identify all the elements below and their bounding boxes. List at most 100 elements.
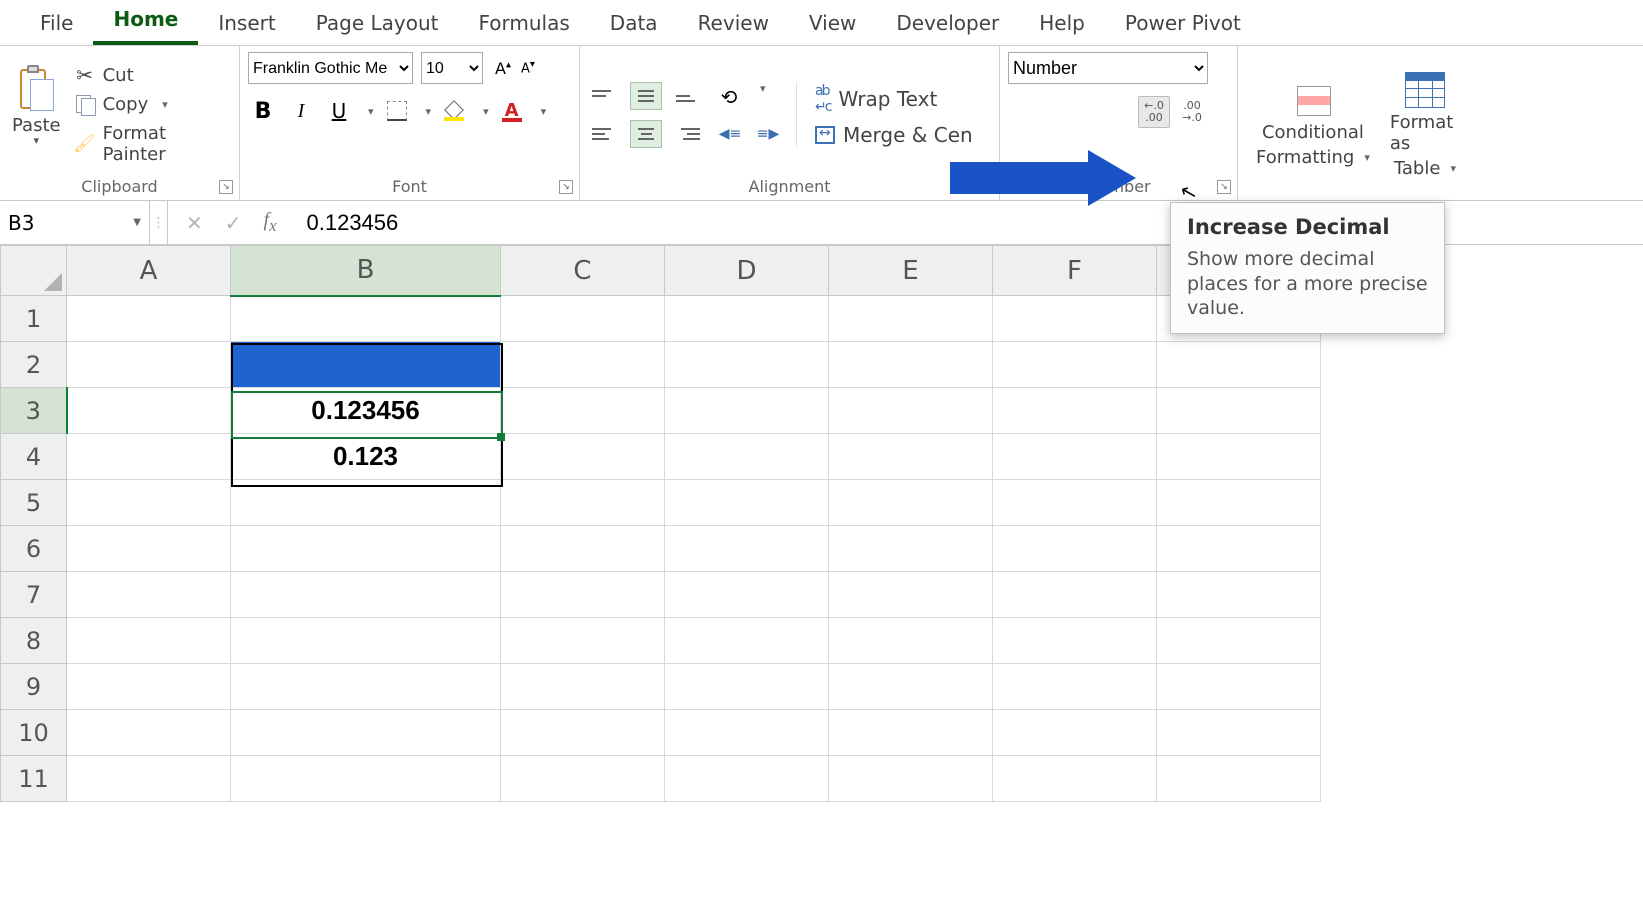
row-header-10[interactable]: 10 — [1, 710, 67, 756]
cell-f6[interactable] — [993, 526, 1157, 572]
format-painter-button[interactable]: 🖌 Format Painter — [75, 123, 225, 165]
cell-c8[interactable] — [501, 618, 665, 664]
col-header-d[interactable]: D — [665, 246, 829, 296]
cell-a3[interactable] — [67, 388, 231, 434]
cell-c11[interactable] — [501, 756, 665, 802]
cell-d9[interactable] — [665, 664, 829, 710]
cell-e8[interactable] — [829, 618, 993, 664]
cell-d3[interactable] — [665, 388, 829, 434]
cell-c2[interactable] — [501, 342, 665, 388]
cell-c3[interactable] — [501, 388, 665, 434]
tab-review[interactable]: Review — [678, 1, 789, 45]
row-header-2[interactable]: 2 — [1, 342, 67, 388]
cell-a2[interactable] — [67, 342, 231, 388]
cell-g9[interactable] — [1157, 664, 1321, 710]
cell-d2[interactable] — [665, 342, 829, 388]
cell-a9[interactable] — [67, 664, 231, 710]
merge-center-button[interactable]: Merge & Cen — [815, 123, 973, 147]
row-header-6[interactable]: 6 — [1, 526, 67, 572]
tab-formulas[interactable]: Formulas — [459, 1, 590, 45]
col-header-a[interactable]: A — [67, 246, 231, 296]
cell-d1[interactable] — [665, 296, 829, 342]
cell-c9[interactable] — [501, 664, 665, 710]
cell-e5[interactable] — [829, 480, 993, 526]
number-format-select[interactable]: Number — [1008, 52, 1208, 84]
fill-color-dropdown[interactable]: ▾ — [483, 105, 489, 118]
cell-a7[interactable] — [67, 572, 231, 618]
borders-button[interactable] — [382, 96, 412, 126]
cell-c6[interactable] — [501, 526, 665, 572]
name-box[interactable]: B3 ▼ — [0, 201, 150, 244]
cell-g7[interactable] — [1157, 572, 1321, 618]
row-header-7[interactable]: 7 — [1, 572, 67, 618]
cell-f11[interactable] — [993, 756, 1157, 802]
cell-g5[interactable] — [1157, 480, 1321, 526]
increase-indent-button[interactable]: ≡▶ — [752, 120, 784, 148]
cut-button[interactable]: ✂ Cut — [75, 65, 225, 86]
cell-e10[interactable] — [829, 710, 993, 756]
col-header-e[interactable]: E — [829, 246, 993, 296]
italic-button[interactable]: I — [286, 96, 316, 126]
cell-e11[interactable] — [829, 756, 993, 802]
row-header-5[interactable]: 5 — [1, 480, 67, 526]
font-name-select[interactable]: Franklin Gothic Me — [248, 52, 413, 84]
cell-g10[interactable] — [1157, 710, 1321, 756]
copy-button[interactable]: Copy ▾ — [75, 94, 225, 115]
cell-b1[interactable] — [231, 296, 501, 342]
row-header-11[interactable]: 11 — [1, 756, 67, 802]
number-dialog-launcher[interactable]: ↘ — [1217, 180, 1231, 194]
cell-c10[interactable] — [501, 710, 665, 756]
cell-d4[interactable] — [665, 434, 829, 480]
row-header-4[interactable]: 4 — [1, 434, 67, 480]
cell-g8[interactable] — [1157, 618, 1321, 664]
copy-dropdown[interactable]: ▾ — [162, 98, 168, 111]
select-all-corner[interactable] — [1, 246, 67, 296]
cell-d11[interactable] — [665, 756, 829, 802]
cell-b7[interactable] — [231, 572, 501, 618]
underline-dropdown[interactable]: ▾ — [368, 105, 374, 118]
borders-dropdown[interactable]: ▾ — [426, 105, 432, 118]
cell-f10[interactable] — [993, 710, 1157, 756]
decrease-font-size-button[interactable]: A▾ — [517, 57, 539, 80]
row-header-9[interactable]: 9 — [1, 664, 67, 710]
row-header-1[interactable]: 1 — [1, 296, 67, 342]
cell-f2[interactable] — [993, 342, 1157, 388]
cell-g3[interactable] — [1157, 388, 1321, 434]
align-top-button[interactable] — [588, 82, 620, 110]
cell-a1[interactable] — [67, 296, 231, 342]
conditional-formatting-button[interactable]: Conditional Formatting▾ — [1246, 82, 1380, 168]
cell-b2[interactable] — [231, 342, 501, 388]
tab-page-layout[interactable]: Page Layout — [296, 1, 459, 45]
align-middle-button[interactable] — [630, 82, 662, 110]
cell-e4[interactable] — [829, 434, 993, 480]
clipboard-dialog-launcher[interactable]: ↘ — [219, 180, 233, 194]
row-header-3[interactable]: 3 — [1, 388, 67, 434]
cell-a10[interactable] — [67, 710, 231, 756]
decrease-decimal-button[interactable]: .00 →.0 — [1176, 96, 1208, 128]
decrease-indent-button[interactable]: ◀≡ — [714, 120, 746, 148]
cell-f8[interactable] — [993, 618, 1157, 664]
cell-a6[interactable] — [67, 526, 231, 572]
tab-home[interactable]: Home — [93, 0, 198, 45]
bold-button[interactable]: B — [248, 96, 278, 126]
cell-g11[interactable] — [1157, 756, 1321, 802]
cell-a8[interactable] — [67, 618, 231, 664]
paste-button[interactable]: Paste ▾ — [8, 61, 65, 148]
cell-c5[interactable] — [501, 480, 665, 526]
cell-b3[interactable]: 0.123456 — [231, 388, 501, 434]
cell-b11[interactable] — [231, 756, 501, 802]
orientation-dropdown[interactable]: ▾ — [760, 82, 766, 112]
cell-b6[interactable] — [231, 526, 501, 572]
cell-a5[interactable] — [67, 480, 231, 526]
tab-developer[interactable]: Developer — [876, 1, 1019, 45]
cell-c1[interactable] — [501, 296, 665, 342]
cell-f7[interactable] — [993, 572, 1157, 618]
cell-g4[interactable] — [1157, 434, 1321, 480]
row-header-8[interactable]: 8 — [1, 618, 67, 664]
cell-d6[interactable] — [665, 526, 829, 572]
align-center-button[interactable] — [630, 120, 662, 148]
cell-f1[interactable] — [993, 296, 1157, 342]
cell-d8[interactable] — [665, 618, 829, 664]
cell-b9[interactable] — [231, 664, 501, 710]
cell-c4[interactable] — [501, 434, 665, 480]
